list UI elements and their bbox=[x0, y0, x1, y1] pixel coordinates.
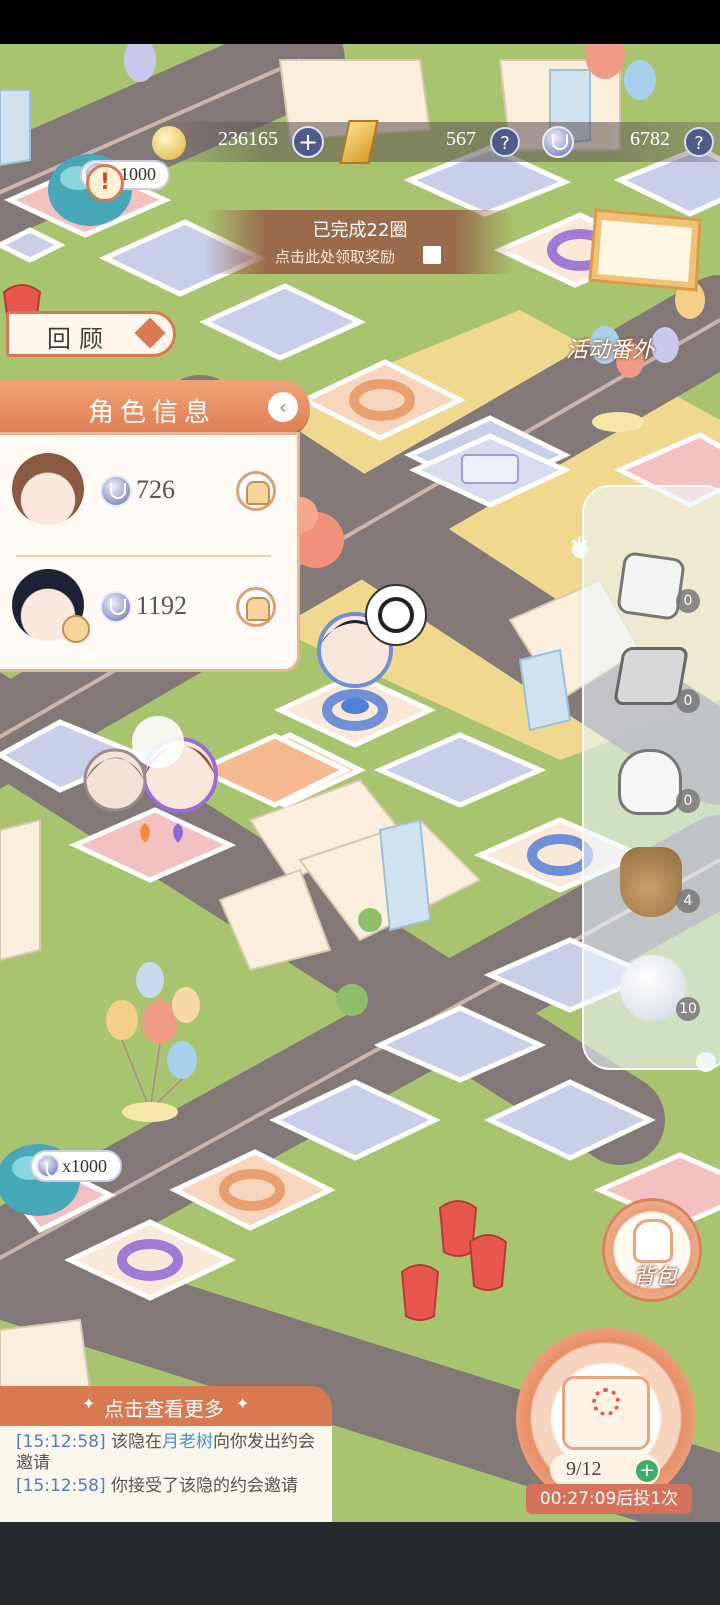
reward-badge-bottom: x1000 bbox=[30, 1150, 122, 1182]
log-entry: [15:12:58] 你接受了该隐的约会邀请 bbox=[16, 1476, 326, 1497]
alert-badge[interactable]: ! bbox=[86, 164, 124, 202]
backpack-icon bbox=[633, 1219, 673, 1263]
roll-quota: 9/12 + bbox=[550, 1454, 660, 1486]
item-count: 0 bbox=[676, 789, 700, 813]
sparkle-icon: ✦ bbox=[82, 1394, 96, 1413]
event-label[interactable]: 活动番外 bbox=[566, 332, 676, 364]
reward-amount-top: 1000 bbox=[120, 164, 156, 184]
item-count: 0 bbox=[676, 589, 700, 613]
log-time: [15:12:58] bbox=[16, 1476, 106, 1496]
sparkle-icon: ✦ bbox=[236, 1394, 250, 1413]
review-button[interactable]: 回顾 bbox=[6, 311, 176, 357]
avatar bbox=[12, 453, 84, 525]
bread-icon[interactable] bbox=[236, 471, 276, 511]
token-help-button[interactable]: ? bbox=[684, 127, 714, 157]
gold-icon bbox=[152, 126, 186, 160]
log-more-label: 点击查看更多 bbox=[104, 1397, 224, 1421]
token-icon bbox=[100, 475, 132, 507]
gem-value: 567 bbox=[446, 128, 476, 150]
sack-icon[interactable] bbox=[620, 847, 682, 917]
roll-countdown: 00:27:09后投1次 bbox=[526, 1484, 692, 1514]
lap-reward-banner[interactable]: 已完成22圈 点击此处领取奖励 bbox=[205, 210, 515, 274]
roll-quota-text: 9/12 bbox=[566, 1458, 602, 1480]
log-place-link[interactable]: 月老树 bbox=[162, 1432, 213, 1452]
swap-icon bbox=[62, 615, 90, 643]
token-value: 6782 bbox=[630, 128, 670, 150]
log-time: [15:12:58] bbox=[16, 1432, 106, 1452]
glove-icon[interactable] bbox=[618, 749, 682, 815]
snowflake-icon: ✻ bbox=[570, 534, 589, 559]
collapse-arrow-icon[interactable]: ‹ bbox=[268, 392, 298, 422]
reward-amount-bottom: x1000 bbox=[62, 1156, 107, 1176]
item-sidebar: 0 0 0 4 10 bbox=[582, 485, 720, 1070]
token-icon bbox=[100, 591, 132, 623]
role-points: 1192 bbox=[136, 591, 188, 620]
item-count: 10 bbox=[676, 997, 700, 1021]
log-header[interactable]: ✦ 点击查看更多 ✦ bbox=[0, 1386, 332, 1426]
token-icon bbox=[36, 1154, 62, 1178]
role-info-title: 角色信息 bbox=[88, 398, 217, 427]
claim-reward-text: 点击此处领取奖励 bbox=[275, 248, 396, 266]
role-info-header[interactable]: 角色信息 ‹ bbox=[0, 380, 310, 436]
dice-icon[interactable] bbox=[615, 550, 687, 622]
status-bar bbox=[0, 0, 720, 44]
play-arrow-icon bbox=[134, 317, 166, 349]
role-row: 726 bbox=[0, 435, 297, 550]
lap-count-text: 已完成22圈 bbox=[312, 220, 408, 241]
role-row: 1192 bbox=[0, 555, 297, 670]
log-text: 你接受了该隐的约会邀请 bbox=[111, 1476, 299, 1496]
token-icon bbox=[542, 126, 574, 158]
backpack-button[interactable]: 背包 bbox=[602, 1198, 702, 1302]
add-roll-button[interactable]: + bbox=[636, 1460, 658, 1482]
backpack-label: 背包 bbox=[632, 1264, 677, 1289]
bread-icon[interactable] bbox=[236, 587, 276, 627]
flower-icon bbox=[592, 1388, 620, 1416]
log-entry: [15:12:58] 该隐在月老树向你发出约会邀请 bbox=[16, 1432, 316, 1474]
gift-icon bbox=[423, 246, 441, 264]
gem-help-button[interactable]: ? bbox=[490, 127, 520, 157]
game-screen: 活动番外 1000 ! x1000 236165 + 567 ? 6782 ? … bbox=[0, 0, 720, 1605]
add-gold-button[interactable]: + bbox=[292, 126, 324, 158]
item-count: 4 bbox=[676, 889, 700, 913]
item-count: 0 bbox=[676, 689, 700, 713]
message-log: [15:12:58] 该隐在月老树向你发出约会邀请 [15:12:58] 你接受… bbox=[0, 1426, 332, 1522]
review-label: 回顾 bbox=[47, 327, 111, 353]
role-info-panel: 726 1192 bbox=[0, 432, 300, 672]
navigation-bar bbox=[0, 1522, 720, 1605]
role-points: 726 bbox=[136, 475, 175, 504]
log-text: 该隐在 bbox=[111, 1432, 163, 1452]
gold-value: 236165 bbox=[218, 128, 278, 150]
